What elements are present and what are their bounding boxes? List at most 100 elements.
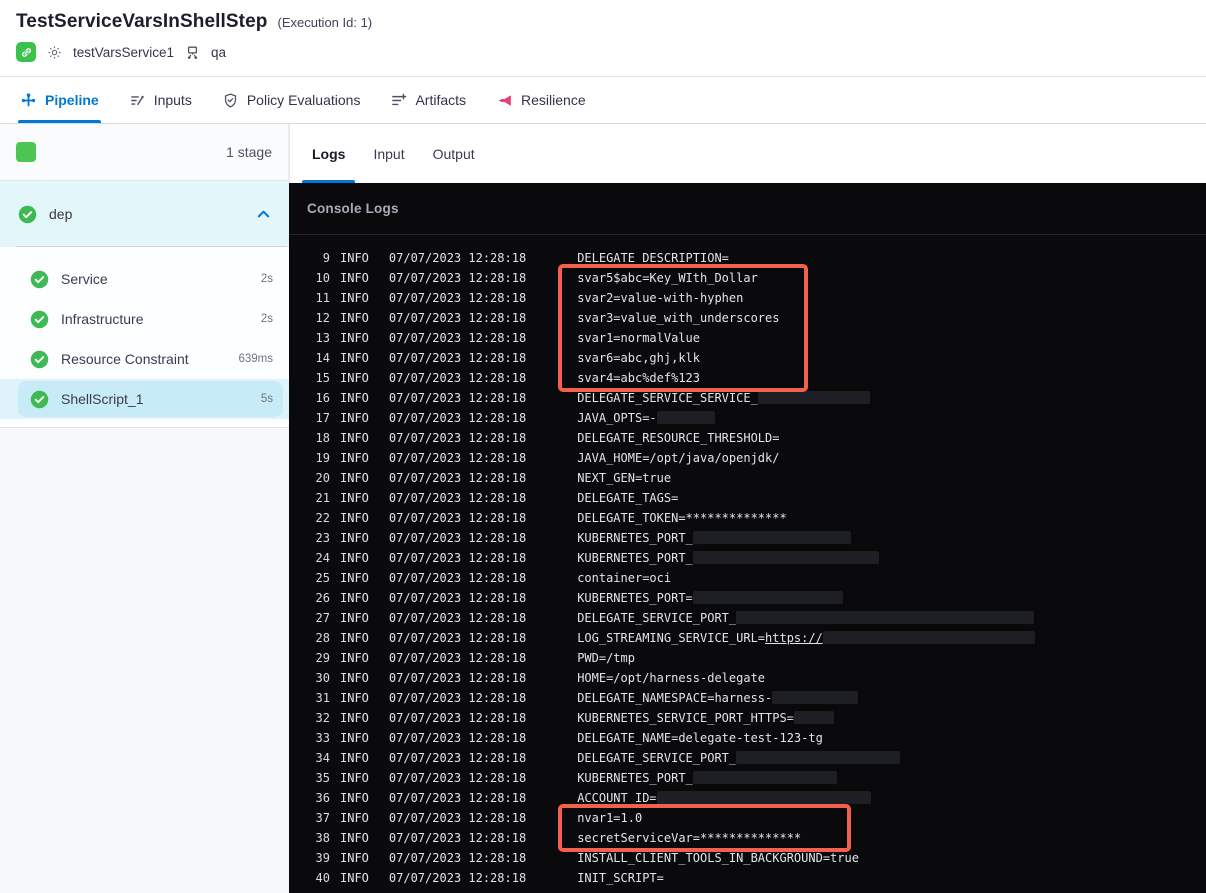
log-message: KUBERNETES_SERVICE_PORT_HTTPS= — [577, 708, 834, 728]
log-line-number: 31 — [315, 691, 330, 705]
tab-resilience[interactable]: Resilience — [496, 77, 586, 123]
log-level: INFO — [340, 631, 369, 645]
log-line-29: 29 INFO 07/07/2023 12:28:18 PWD=/tmp — [289, 648, 1206, 668]
log-message-text: NEXT_GEN=true — [577, 471, 672, 485]
log-message: HOME=/opt/harness-delegate — [577, 668, 765, 688]
artifacts-icon — [390, 92, 407, 109]
log-line-23: 23 INFO 07/07/2023 12:28:18 KUBERNETES_PORT… — [289, 528, 1206, 548]
log-line-9: 9 INFO 07/07/2023 12:28:18 DELEGATE_DESCRIP… — [289, 248, 1206, 268]
log-message: LOG_STREAMING_SERVICE_URL=https:// — [577, 628, 1035, 648]
log-message: DELEGATE_NAME=delegate-test-123-tg — [577, 728, 823, 748]
page-title: TestServiceVarsInShellStep — [16, 11, 268, 32]
log-timestamp: 07/07/2023 12:28:18 — [388, 571, 527, 585]
tab-logs[interactable]: Logs — [302, 124, 356, 183]
console-body[interactable]: 9 INFO 07/07/2023 12:28:18 DELEGATE_DESCRIP… — [289, 236, 1206, 893]
tab-pipeline[interactable]: Pipeline — [18, 77, 101, 123]
log-timestamp: 07/07/2023 12:28:18 — [388, 791, 527, 805]
log-line-22: 22 INFO 07/07/2023 12:28:18 DELEGATE_TOKEN=… — [289, 508, 1206, 528]
log-line-number: 15 — [315, 371, 330, 385]
log-message: DELEGATE_TAGS= — [577, 488, 678, 508]
stage-group-label: dep — [49, 206, 73, 222]
execution-id: (Execution Id: 1) — [277, 15, 373, 30]
log-timestamp: 07/07/2023 12:28:18 — [388, 431, 527, 445]
log-line-number: 24 — [315, 551, 330, 565]
log-line-39: 39 INFO 07/07/2023 12:28:18 INSTALL_CLIENT_… — [289, 848, 1206, 868]
log-link[interactable]: https:// — [765, 631, 823, 645]
log-timestamp: 07/07/2023 12:28:18 — [388, 811, 527, 825]
log-level: INFO — [340, 731, 369, 745]
log-line-number: 37 — [315, 811, 330, 825]
step-duration: 5s — [260, 393, 273, 405]
log-message-text: DELEGATE_SERVICE_SERVICE_ — [577, 391, 758, 405]
tab-input[interactable]: Input — [363, 124, 414, 183]
title-row: TestServiceVarsInShellStep (Execution Id… — [0, 0, 1206, 33]
log-line-number: 16 — [315, 391, 330, 405]
step-infrastructure[interactable]: Infrastructure 2s — [0, 299, 289, 339]
log-timestamp: 07/07/2023 12:28:18 — [388, 591, 527, 605]
stage-status-square-icon[interactable] — [16, 142, 36, 162]
log-line-number: 29 — [315, 651, 330, 665]
log-level: INFO — [340, 691, 369, 705]
log-message: KUBERNETES_PORT_ — [577, 548, 879, 568]
redacted-text — [692, 591, 843, 604]
step-details-pane: Logs Input Output Console Logs 9 INFO 07/07/… — [289, 124, 1206, 893]
tab-artifacts[interactable]: Artifacts — [390, 77, 466, 123]
log-line-number: 10 — [315, 271, 330, 285]
log-level: INFO — [340, 331, 369, 345]
log-line-10: 10 INFO 07/07/2023 12:28:18 svar5$abc=Key_W… — [289, 268, 1206, 288]
log-level: INFO — [340, 271, 369, 285]
log-line-number: 26 — [315, 591, 330, 605]
execution-tabbar: Pipeline Inputs Policy Evaluations Artifact… — [0, 77, 1206, 124]
log-timestamp: 07/07/2023 12:28:18 — [388, 731, 527, 745]
log-message-text: DELEGATE_RESOURCE_THRESHOLD= — [577, 431, 780, 445]
step-details-tabs: Logs Input Output — [289, 124, 1206, 183]
log-level: INFO — [340, 471, 369, 485]
log-line-32: 32 INFO 07/07/2023 12:28:18 KUBERNETES_SERV… — [289, 708, 1206, 728]
log-message-text: DELEGATE_NAME=delegate-test-123-tg — [577, 731, 823, 745]
log-line-number: 18 — [315, 431, 330, 445]
redacted-text — [736, 751, 901, 764]
log-message-text: KUBERNETES_PORT_ — [577, 531, 693, 545]
log-message-text: KUBERNETES_PORT_ — [577, 771, 693, 785]
service-name[interactable]: testVarsService1 — [73, 45, 174, 60]
log-message: DELEGATE_NAMESPACE=harness- — [577, 688, 859, 708]
log-timestamp: 07/07/2023 12:28:18 — [388, 471, 527, 485]
environment-name[interactable]: qa — [211, 45, 226, 60]
log-message-text: DELEGATE_TOKEN=************** — [577, 511, 787, 525]
log-line-number: 22 — [315, 511, 330, 525]
step-shellscript-1[interactable]: ShellScript_1 5s — [0, 379, 289, 419]
log-level: INFO — [340, 411, 369, 425]
log-message: container=oci — [577, 568, 671, 588]
chevron-up-icon[interactable] — [256, 207, 271, 222]
log-line-number: 33 — [315, 731, 330, 745]
success-check-icon — [30, 390, 49, 409]
step-resource-constraint[interactable]: Resource Constraint 639ms — [0, 339, 289, 379]
log-line-14: 14 INFO 07/07/2023 12:28:18 svar6=abc,ghj,k… — [289, 348, 1206, 368]
log-timestamp: 07/07/2023 12:28:18 — [388, 871, 527, 885]
step-duration: 2s — [260, 273, 273, 285]
log-message-text: DELEGATE_DESCRIPTION= — [577, 251, 729, 265]
log-message-text: secretServiceVar=************** — [577, 831, 802, 845]
log-timestamp: 07/07/2023 12:28:18 — [388, 711, 527, 725]
log-message: svar2=value-with-hyphen — [577, 288, 743, 308]
step-duration: 639ms — [238, 353, 273, 365]
log-line-number: 27 — [315, 611, 330, 625]
tab-inputs[interactable]: Inputs — [129, 77, 192, 123]
log-line-number: 11 — [315, 291, 330, 305]
log-message-text: PWD=/tmp — [577, 651, 635, 665]
log-timestamp: 07/07/2023 12:28:18 — [388, 851, 527, 865]
log-message-text: nvar1=1.0 — [577, 811, 643, 825]
step-service[interactable]: Service 2s — [0, 259, 289, 299]
log-message: DELEGATE_DESCRIPTION= — [577, 248, 729, 268]
tab-output[interactable]: Output — [423, 124, 485, 183]
success-check-icon — [30, 310, 49, 329]
log-line-number: 9 — [322, 251, 330, 265]
step-label: Service — [61, 271, 108, 287]
service-settings-gear-icon[interactable] — [46, 44, 63, 61]
tab-policy-evaluations[interactable]: Policy Evaluations — [222, 77, 360, 123]
success-check-icon — [30, 270, 49, 289]
log-line-12: 12 INFO 07/07/2023 12:28:18 svar3=value_wit… — [289, 308, 1206, 328]
log-level: INFO — [340, 311, 369, 325]
log-level: INFO — [340, 451, 369, 465]
stage-group-dep[interactable]: dep — [0, 181, 289, 247]
